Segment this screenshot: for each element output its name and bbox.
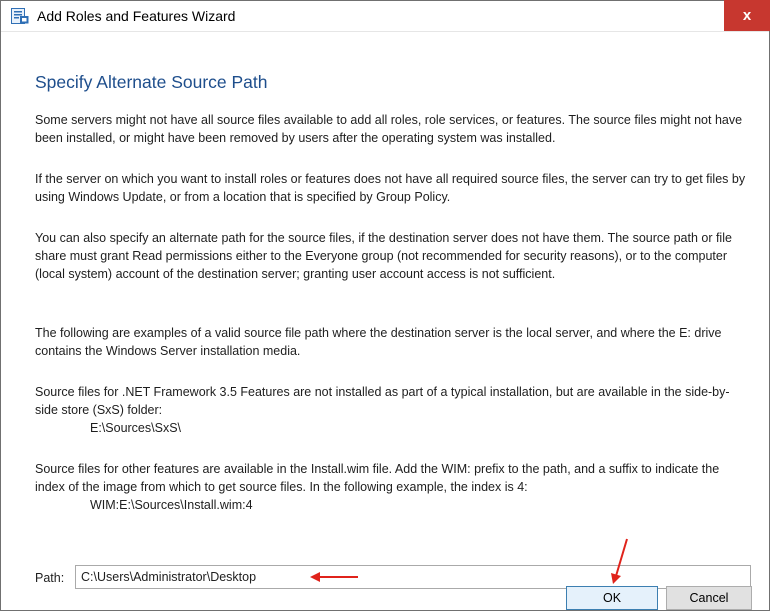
close-button[interactable]: x (724, 0, 770, 31)
paragraph-permissions: You can also specify an alternate path f… (35, 231, 732, 281)
example-netfx-path: E:\Sources\SxS\ (90, 421, 182, 435)
paragraph-windows-update: If the server on which you want to insta… (35, 172, 746, 204)
cancel-button[interactable]: Cancel (666, 586, 752, 610)
wizard-app-icon (11, 8, 29, 24)
window-title: Add Roles and Features Wizard (37, 8, 236, 24)
example-wim-path: WIM:E:\Sources\Install.wim:4 (90, 498, 253, 512)
example-netfx-text: Source files for .NET Framework 3.5 Feat… (35, 385, 730, 417)
example-wim: Source files for other features are avai… (35, 460, 750, 514)
paragraph-examples-intro: The following are examples of a valid so… (35, 326, 722, 358)
ok-button[interactable]: OK (566, 586, 658, 610)
title-bar: Add Roles and Features Wizard x (1, 0, 770, 32)
path-label: Path: (35, 571, 65, 585)
paragraph-intro: Some servers might not have all source f… (35, 113, 743, 145)
page-heading: Specify Alternate Source Path (35, 72, 268, 92)
example-netfx: Source files for .NET Framework 3.5 Feat… (35, 383, 750, 437)
close-icon: x (742, 7, 752, 24)
example-wim-text: Source files for other features are avai… (35, 462, 720, 494)
